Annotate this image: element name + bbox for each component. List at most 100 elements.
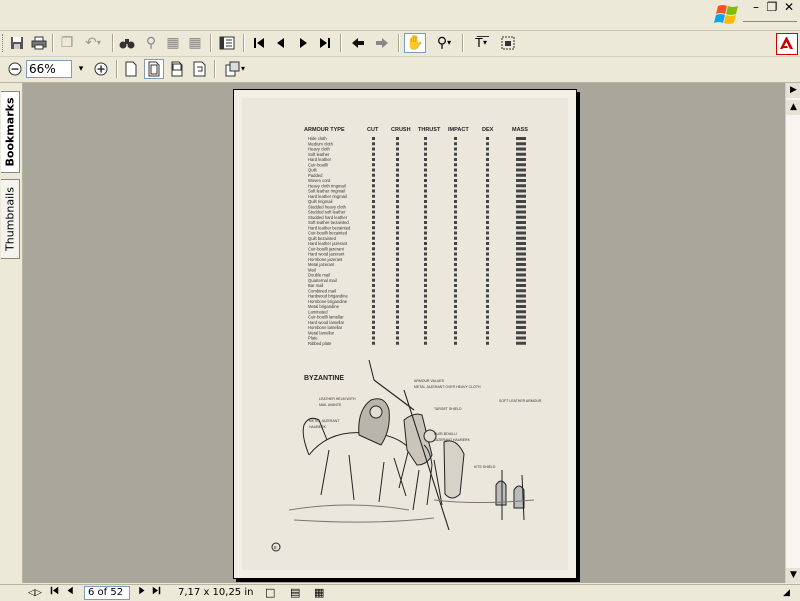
- reflow-icon[interactable]: [190, 59, 210, 79]
- table-cell-mark: [372, 242, 375, 245]
- zoom-out-icon[interactable]: [6, 59, 24, 79]
- restore-icon[interactable]: ❐: [764, 1, 780, 14]
- zoom-level-input[interactable]: 66%: [26, 60, 72, 78]
- table-cell-mark: [372, 163, 375, 167]
- status-next-page-icon[interactable]: [137, 585, 146, 601]
- table-cell-mark: [516, 152, 526, 156]
- search-icon[interactable]: ⚲: [142, 33, 160, 53]
- continuous-facing-icon[interactable]: ▦: [314, 585, 324, 601]
- status-previous-page-icon[interactable]: [66, 585, 75, 601]
- hand-tool-icon[interactable]: ✋: [404, 33, 426, 53]
- table-cell-mark: [516, 236, 526, 240]
- close-icon[interactable]: ✕: [781, 1, 797, 14]
- single-page-icon[interactable]: □: [265, 585, 275, 601]
- fit-width-icon[interactable]: [168, 59, 186, 79]
- go-back-icon[interactable]: [348, 33, 368, 53]
- table-cell-mark: [424, 284, 427, 287]
- fit-page-icon[interactable]: [144, 59, 164, 79]
- table-cell-mark: [516, 173, 526, 177]
- find-binoculars-icon[interactable]: [118, 33, 136, 53]
- table-cell-mark: [372, 205, 375, 209]
- rotate-view-icon[interactable]: ▾: [220, 59, 250, 79]
- print-icon[interactable]: [30, 33, 48, 53]
- table-cell-mark: [486, 215, 489, 219]
- toolbar-grip[interactable]: [2, 34, 6, 52]
- text-select-tool-icon[interactable]: T͞ ▾: [466, 33, 496, 53]
- table-row-label: Quilt: [308, 168, 317, 173]
- table-cell-mark: [454, 341, 457, 345]
- table-cell-mark: [424, 326, 427, 329]
- next-page-icon[interactable]: [294, 33, 312, 53]
- tab-thumbnails[interactable]: Thumbnails: [1, 179, 20, 259]
- undo-icon[interactable]: ↶ ▾: [80, 33, 106, 53]
- main-toolbar: ❐ ↶ ▾ ⚲ ▦ ▦ ✋ ⚲ ▾ T͞ ▾: [0, 31, 800, 57]
- table-cell-mark: [454, 263, 457, 266]
- copy-icon[interactable]: ❐: [58, 33, 76, 53]
- table-cell-mark: [516, 179, 526, 182]
- next-view-icon[interactable]: ▦: [186, 33, 204, 53]
- continuous-icon[interactable]: ▤: [290, 585, 300, 601]
- table-row-label: Studded hard leather: [308, 215, 348, 220]
- table-cell-mark: [516, 142, 526, 146]
- table-cell-mark: [372, 320, 375, 324]
- zoom-dropdown-icon[interactable]: ▾: [74, 59, 88, 79]
- table-cell-mark: [396, 247, 399, 251]
- table-cell-mark: [454, 331, 457, 335]
- table-cell-mark: [424, 289, 427, 293]
- tab-bookmarks[interactable]: Bookmarks: [1, 91, 20, 173]
- actual-size-icon[interactable]: [122, 59, 140, 79]
- table-cell-mark: [454, 315, 457, 319]
- snapshot-tool-icon[interactable]: [498, 33, 518, 53]
- vertical-scrollbar[interactable]: ▶ ▲ ▼: [785, 83, 800, 583]
- scroll-down-icon[interactable]: ▼: [786, 568, 800, 583]
- previous-page-icon[interactable]: [272, 33, 290, 53]
- table-cell-mark: [424, 305, 427, 308]
- table-cell-mark: [424, 179, 427, 182]
- table-cell-mark: [424, 137, 427, 140]
- zoom-in-icon[interactable]: [92, 59, 110, 79]
- resize-grip-icon[interactable]: ◢: [783, 585, 790, 601]
- table-row-label: Metal brigandine: [308, 304, 340, 309]
- windows-logo-icon: [714, 5, 738, 24]
- save-icon[interactable]: [8, 33, 26, 53]
- table-cell-mark: [396, 320, 399, 324]
- minimize-icon[interactable]: –: [748, 1, 764, 14]
- last-page-icon[interactable]: [316, 33, 334, 53]
- table-cell-mark: [424, 231, 427, 235]
- toolbar-separator: [214, 60, 216, 78]
- first-page-icon[interactable]: [250, 33, 268, 53]
- table-row-label: Soft leather bezainted: [308, 220, 349, 225]
- zoom-in-tool-icon[interactable]: ⚲ ▾: [428, 33, 460, 53]
- table-cell-mark: [454, 236, 457, 240]
- svg-text:TARGET SHIELD: TARGET SHIELD: [434, 407, 462, 411]
- table-cell-mark: [396, 158, 399, 161]
- scroll-up-icon[interactable]: ▲: [786, 100, 800, 115]
- table-cell-mark: [454, 158, 457, 161]
- menu-bar: – ❐ ✕: [0, 0, 800, 31]
- status-first-page-icon[interactable]: [50, 585, 59, 601]
- table-cell-mark: [486, 268, 489, 272]
- toolbar-separator: [340, 34, 342, 52]
- svg-text:MAIL AVANTE: MAIL AVANTE: [319, 403, 342, 407]
- table-cell-mark: [424, 168, 427, 172]
- table-row-label: Quilt bezainted: [308, 236, 337, 241]
- table-cell-mark: [372, 284, 375, 287]
- previous-view-icon[interactable]: ▦: [164, 33, 182, 53]
- current-page-field[interactable]: 6 of 52: [84, 586, 130, 600]
- table-cell-mark: [424, 158, 427, 161]
- table-row-label: Hide cloth: [308, 136, 327, 141]
- table-cell-mark: [396, 331, 399, 335]
- toggle-navigation-pane-icon[interactable]: [216, 33, 238, 53]
- status-last-page-icon[interactable]: [152, 585, 161, 601]
- go-forward-icon[interactable]: [372, 33, 392, 53]
- table-cell-mark: [486, 320, 489, 324]
- split-window-icon[interactable]: ◁▷: [28, 585, 42, 601]
- table-header: CUT: [367, 127, 379, 133]
- table-row-label: Soft leather ringmail: [308, 189, 345, 194]
- table-cell-mark: [372, 173, 375, 177]
- expand-pane-arrow-icon[interactable]: ▶: [786, 83, 800, 98]
- table-row-label: Medium cloth: [308, 141, 334, 146]
- table-cell-mark: [516, 315, 526, 319]
- table-cell-mark: [516, 226, 526, 230]
- table-cell-mark: [454, 294, 457, 298]
